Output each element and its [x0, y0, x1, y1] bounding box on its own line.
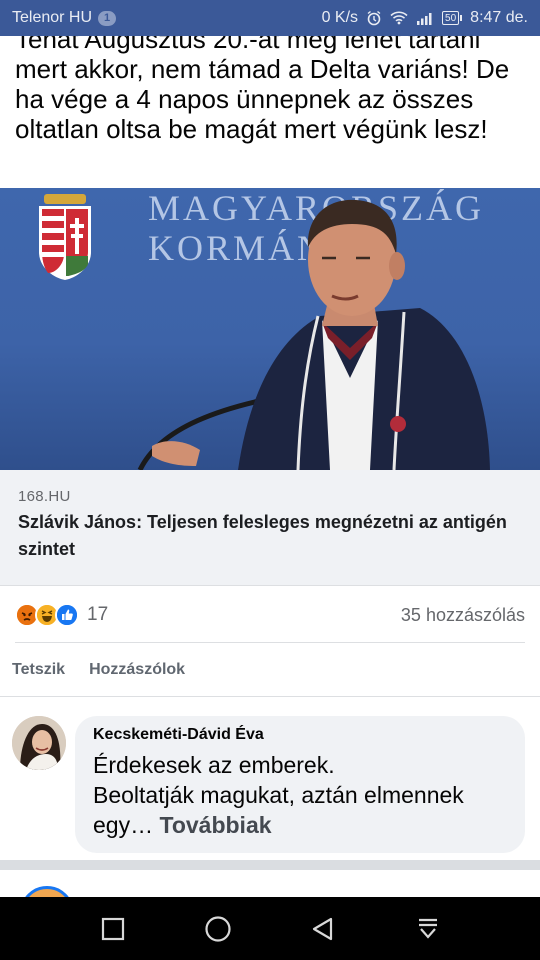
back-button[interactable]	[303, 909, 343, 949]
carrier-name: Telenor HU	[12, 9, 93, 26]
alarm-icon	[366, 10, 382, 26]
link-domain: 168.HU	[18, 488, 71, 505]
like-button[interactable]: Tetszik	[12, 661, 65, 679]
status-bar: Telenor HU 1 0 K/s 50 8:47 de.	[0, 0, 540, 36]
see-more-link[interactable]: Továbbiak	[159, 812, 271, 838]
comment-text-line1: Érdekesek az emberek.	[93, 752, 335, 778]
battery-icon: 50	[442, 11, 463, 25]
comment-text: Érdekesek az emberek. Beoltatják magukat…	[93, 750, 507, 840]
next-post-preview[interactable]	[0, 870, 540, 897]
comment-button[interactable]: Hozzászólok	[89, 661, 185, 679]
link-title[interactable]: Szlávik János: Teljesen felesleges megné…	[18, 509, 522, 563]
notification-shade-button[interactable]	[408, 909, 448, 949]
post-actions: Tetszik Hozzászólok	[0, 644, 540, 696]
post-text-container: Tehát Augusztus 20.-át még lehet tartani…	[0, 36, 540, 188]
reaction-icons[interactable]	[15, 603, 79, 627]
network-speed: 0 K/s	[321, 9, 359, 26]
signal-icon	[416, 11, 434, 25]
notification-badge: 1	[98, 10, 117, 26]
speaker-photo	[137, 199, 490, 470]
comment-text-line2: Beoltatják magukat, aztán elmennek egy…	[93, 782, 464, 838]
comment-bubble[interactable]: Kecskeméti-Dávid Éva Érdekesek az embere…	[75, 716, 525, 853]
recent-apps-button[interactable]	[93, 909, 133, 949]
carrier-info: Telenor HU 1	[12, 9, 117, 27]
home-button[interactable]	[198, 909, 238, 949]
battery-level: 50	[445, 12, 457, 24]
next-post-avatar[interactable]	[20, 886, 74, 897]
divider	[0, 696, 540, 697]
post-text: Tehát Augusztus 20.-át még lehet tartani…	[15, 36, 510, 144]
like-icon	[55, 603, 79, 627]
feed-separator	[0, 860, 540, 870]
reaction-count[interactable]: 17	[87, 604, 108, 626]
status-indicators: 0 K/s 50 8:47 de.	[322, 9, 528, 27]
commenter-avatar[interactable]	[12, 716, 66, 770]
comment-count[interactable]: 35 hozzászólás	[401, 605, 525, 626]
link-preview-image[interactable]: MAGYARORSZÁG KORMÁNYA	[0, 188, 540, 470]
wifi-icon	[390, 11, 408, 25]
reactions-summary[interactable]: 17 35 hozzászólás	[0, 586, 540, 644]
clock: 8:47 de.	[470, 9, 528, 26]
divider	[15, 642, 525, 643]
comment-author[interactable]: Kecskeméti-Dávid Éva	[93, 726, 507, 744]
system-navigation-bar	[0, 897, 540, 960]
link-preview-caption[interactable]: 168.HU Szlávik János: Teljesen feleslege…	[0, 470, 540, 586]
